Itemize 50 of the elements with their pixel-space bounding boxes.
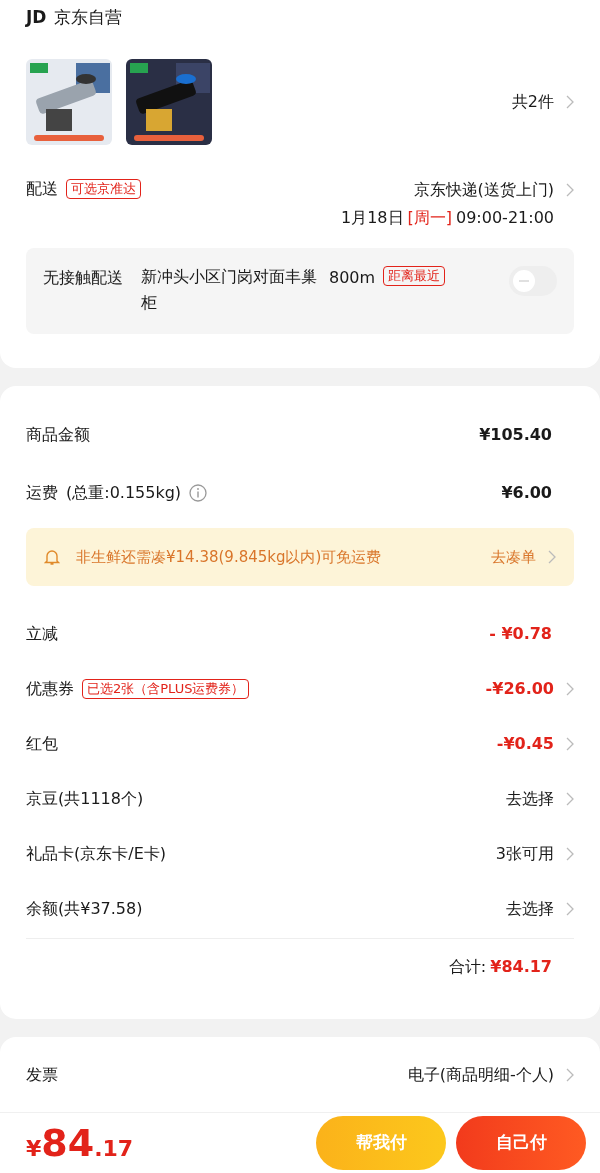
- delivery-label: 配送: [26, 178, 58, 200]
- distance-tag: 距离最近: [383, 266, 446, 286]
- chevron-right-icon: [566, 1067, 574, 1082]
- bell-icon: [44, 548, 60, 566]
- chevron-right-icon: [548, 550, 556, 564]
- chevron-right-icon: [566, 736, 574, 751]
- chevron-right-icon: [566, 846, 574, 861]
- pickup-address: 新冲头小区门岗对面丰巢柜: [141, 266, 318, 314]
- fee-value: ¥105.40: [479, 424, 552, 446]
- discount-value[interactable]: 去选择: [506, 896, 554, 921]
- coupon-tag: 已选2张（含PLUS运费券）: [82, 678, 250, 699]
- invoice-value[interactable]: 电子(商品明细-个人): [407, 1062, 554, 1087]
- contactless-label: 无接触配送: [43, 267, 123, 289]
- delivery-time: 09:00-21:00: [456, 207, 554, 229]
- payable-amount: ¥84.17: [26, 1119, 134, 1167]
- store-logo: JD: [26, 6, 47, 30]
- delivery-date: 1月18日: [340, 207, 404, 229]
- chevron-right-icon: [566, 183, 574, 197]
- total-value: ¥84.17: [490, 955, 552, 978]
- notice-text: 非生鲜还需凑¥14.38(9.845kg以内)可免运费: [76, 546, 382, 568]
- chevron-right-icon: [566, 791, 574, 806]
- discount-label: 优惠券: [26, 677, 74, 700]
- fee-value: ¥6.00: [501, 482, 552, 504]
- discount-label: 京豆(共1118个): [26, 787, 144, 810]
- chevron-right-icon: [566, 901, 574, 916]
- discount-label: 红包: [26, 732, 58, 755]
- discount-value: - ¥0.78: [489, 622, 552, 645]
- delivery-tag: 可选京准达: [66, 179, 141, 199]
- chevron-right-icon: [566, 681, 574, 696]
- discount-value[interactable]: 3张可用: [495, 841, 554, 866]
- fee-label: 运费: [26, 482, 58, 504]
- discount-value[interactable]: -¥0.45: [496, 731, 554, 756]
- info-icon[interactable]: [189, 484, 208, 502]
- discount-label: 余额(共¥37.58): [26, 897, 143, 920]
- pay-button[interactable]: 自己付: [456, 1116, 586, 1170]
- discount-value[interactable]: -¥26.00: [485, 676, 554, 701]
- delivery-weekday: [周一]: [407, 207, 452, 229]
- invoice-label: 发票: [26, 1063, 58, 1086]
- total-label: 合计:: [448, 955, 487, 978]
- fee-label: 商品金额: [26, 424, 90, 446]
- chevron-right-icon: [566, 95, 574, 109]
- item-count[interactable]: 共2件: [511, 90, 554, 114]
- contactless-toggle[interactable]: [509, 266, 557, 296]
- discount-value[interactable]: 去选择: [506, 786, 554, 811]
- store-name: 京东自营: [54, 6, 123, 30]
- discount-label: 立减: [26, 622, 58, 645]
- discount-label: 礼品卡(京东卡/E卡): [26, 842, 166, 865]
- fee-note: (总重:0.155kg): [66, 482, 182, 504]
- pickup-distance: 800m: [329, 267, 376, 289]
- delivery-method[interactable]: 京东快递(送货上门): [413, 178, 554, 202]
